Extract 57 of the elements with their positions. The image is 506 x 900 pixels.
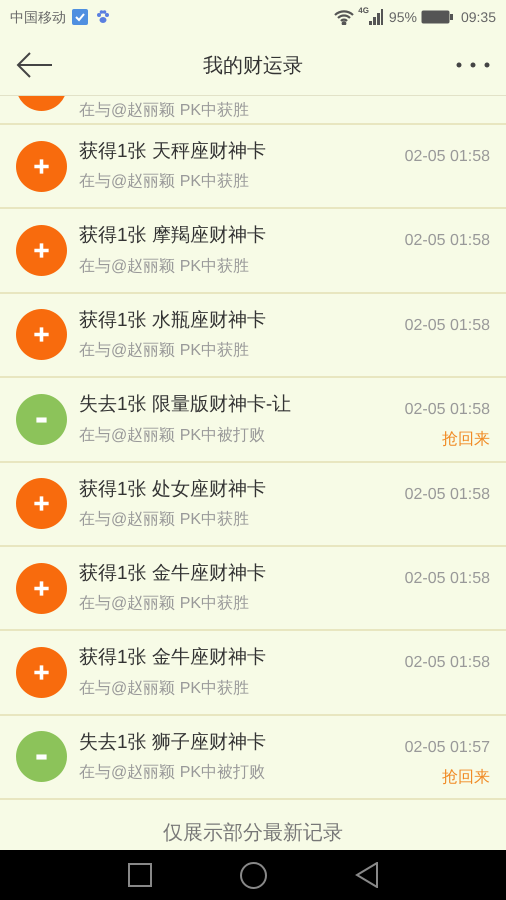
record-title: 获得1张 金牛座财神卡 (79, 562, 267, 586)
page-title: 我的财运录 (203, 52, 303, 78)
record-time: 02-05 01:58 (404, 400, 490, 420)
record-time: 02-05 01:58 (404, 231, 490, 252)
record-title: 获得1张 摩羯座财神卡 (79, 224, 267, 248)
record-title: 获得1张 水瓶座财神卡 (79, 308, 267, 333)
plus-icon (16, 647, 67, 698)
wifi-icon (333, 9, 356, 25)
record-subtitle: 在与@赵丽颖 PK中获胜 (79, 100, 250, 121)
record-row[interactable]: 失去1张 限量版财神卡-让 在与@赵丽颖 PK中被打败 02-05 01:58 抢回来 (0, 378, 506, 463)
record-row[interactable]: 获得1张 金牛座财神卡 在与@赵丽颖 PK中获胜 02-05 01:58 (0, 546, 506, 632)
record-time: 02-05 01:58 (404, 147, 490, 167)
record-row[interactable]: 获得1张 摩羯座财神卡 在与@赵丽颖 PK中获胜 02-05 01:58 (0, 209, 506, 294)
paw-icon (96, 10, 110, 24)
record-time: 02-05 01:58 (404, 568, 490, 589)
record-title: 失去1张 狮子座财神卡 (79, 730, 267, 755)
record-title: 获得1张 金牛座财神卡 (79, 646, 267, 670)
battery-icon (420, 9, 453, 25)
record-subtitle: 在与@赵丽颖 PK中获胜 (79, 594, 250, 614)
signal-icon (368, 9, 383, 25)
record-row[interactable]: 获得1张 水瓶座财神卡 在与@赵丽颖 PK中获胜 02-05 01:58 (0, 294, 506, 378)
record-time: 02-05 01:57 (404, 738, 490, 758)
minus-icon (16, 731, 67, 782)
record-subtitle: 在与@赵丽颖 PK中获胜 (79, 340, 250, 362)
clock: 09:35 (460, 8, 496, 26)
record-row[interactable]: 获得1张 天秤座财神卡 在与@赵丽颖 PK中获胜 02-05 01:58 (0, 125, 506, 210)
plus-icon (16, 225, 67, 276)
record-subtitle: 在与@赵丽颖 PK中被打败 (79, 426, 266, 446)
record-subtitle: 在与@赵丽颖 PK中获胜 (79, 678, 250, 699)
minus-icon (16, 394, 67, 445)
record-time: 02-05 01:58 (404, 484, 490, 505)
back-nav-button[interactable] (354, 862, 378, 888)
record-title: 失去1张 限量版财神卡-让 (79, 393, 292, 418)
record-subtitle: 在与@赵丽颖 PK中获胜 (79, 172, 250, 192)
carrier-name: 中国移动 (10, 8, 66, 26)
recent-apps-button[interactable] (128, 863, 152, 887)
record-time: 02-05 01:58 (404, 653, 490, 674)
network-type: 4G (358, 5, 369, 17)
battery-percent: 95% (388, 8, 417, 26)
record-row[interactable]: 获得1张 处女座财神卡 在与@赵丽颖 PK中获胜 02-05 01:58 (0, 462, 506, 547)
plus-icon (16, 478, 67, 530)
record-subtitle: 在与@赵丽颖 PK中被打败 (79, 762, 266, 784)
record-subtitle: 在与@赵丽颖 PK中获胜 (79, 510, 250, 530)
plus-icon (16, 309, 67, 360)
record-subtitle: 在与@赵丽颖 PK中获胜 (79, 256, 250, 277)
app-notification-icon (72, 9, 88, 25)
more-icon (456, 62, 490, 68)
record-row[interactable]: 失去1张 狮子座财神卡 在与@赵丽颖 PK中被打败 02-05 01:57 抢回来 (0, 716, 506, 800)
record-row[interactable]: 获得1张 金牛座财神卡 在与@赵丽颖 PK中获胜 02-05 01:58 (0, 631, 506, 716)
record-time: 02-05 01:58 (404, 316, 490, 336)
record-title: 获得1张 天秤座财神卡 (79, 140, 267, 164)
record-title: 获得1张 处女座财神卡 (79, 478, 267, 502)
plus-icon (16, 562, 67, 614)
home-button[interactable] (240, 862, 266, 888)
back-arrow-icon (16, 52, 52, 78)
footer-note: 仅展示部分最新记录 (163, 821, 343, 846)
plus-icon (16, 140, 67, 192)
